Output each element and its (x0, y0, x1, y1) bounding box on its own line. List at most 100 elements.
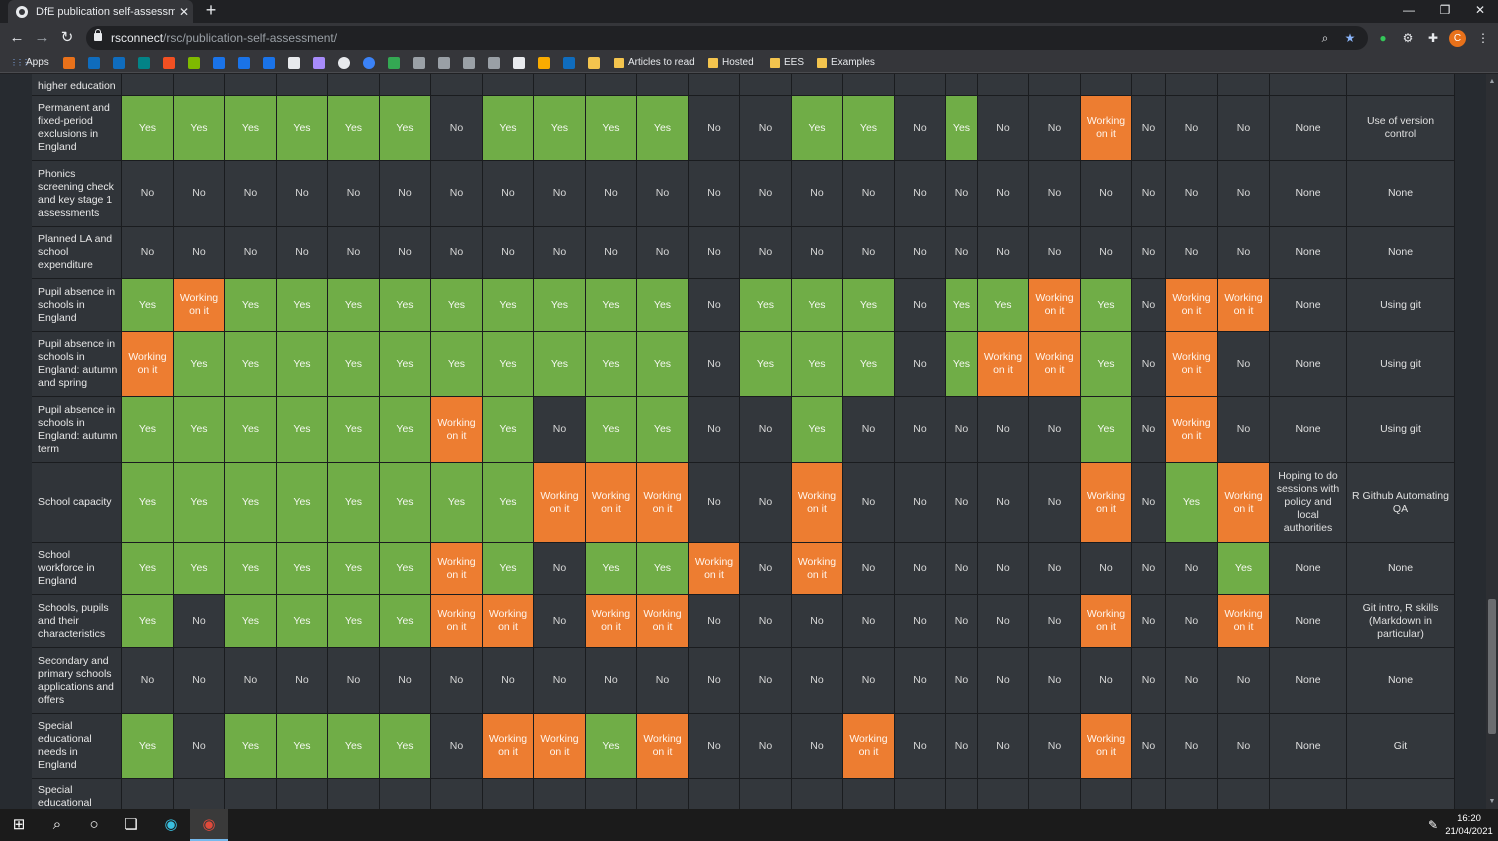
apps-shortcut[interactable]: Apps (10, 55, 49, 71)
tab-title: DfE publication self-assessment (36, 5, 175, 18)
restore-button[interactable]: ❐ (1427, 0, 1463, 23)
bookmark-chart-icon[interactable] (538, 57, 550, 69)
status-cell: No (277, 648, 328, 714)
bookmark-slack-icon[interactable] (313, 57, 325, 69)
bookmark-drive-icon[interactable] (388, 57, 400, 69)
bookmark-microsoft-icon[interactable] (163, 57, 175, 69)
scrollbar-thumb[interactable] (1488, 599, 1496, 734)
address-bar[interactable]: rsconnect/rsc/publication-self-assessmen… (86, 26, 1368, 50)
status-cell: No (843, 227, 895, 279)
table-cell (843, 779, 895, 809)
scroll-up-arrow[interactable]: ▲ (1486, 78, 1498, 85)
page-scrollbar[interactable]: ▲ ▼ (1486, 74, 1498, 809)
system-clock[interactable]: 16:20 21/04/2021 (1440, 812, 1498, 838)
status-cell: No (1218, 227, 1270, 279)
url-text: rsconnect/rsc/publication-self-assessmen… (111, 31, 337, 45)
bookmark-azure-icon[interactable] (238, 57, 250, 69)
table-cell (431, 74, 483, 96)
status-cell: No (946, 648, 978, 714)
table-cell (380, 779, 431, 809)
status-cell: Yes (534, 279, 586, 332)
reload-button[interactable]: ↻ (55, 27, 79, 49)
forward-button[interactable]: → (30, 27, 54, 49)
cortana-icon[interactable]: ○ (75, 809, 113, 841)
row-label: Secondary and primary schools applicatio… (32, 648, 122, 714)
bookmark-site3-icon[interactable] (463, 57, 475, 69)
status-cell: Working on it (1081, 463, 1132, 543)
back-button[interactable]: ← (5, 27, 29, 49)
status-cell: Yes (122, 595, 174, 648)
status-cell: No (534, 397, 586, 463)
bookmark-sharepoint-icon[interactable] (138, 57, 150, 69)
bookmark-folder-hosted[interactable]: Hosted (708, 55, 754, 71)
status-cell: No (792, 714, 843, 779)
bookmark-w-icon[interactable] (213, 57, 225, 69)
bookmark-yellow-icon[interactable] (588, 57, 600, 69)
menu-kebab-icon[interactable]: ⋮ (1474, 29, 1492, 47)
status-cell: No (1132, 543, 1166, 595)
tab-close-button[interactable]: ✕ (175, 5, 193, 19)
bookmark-star-icon[interactable]: ★ (1343, 31, 1357, 45)
new-tab-button[interactable]: + (200, 0, 222, 23)
status-cell: No (978, 227, 1029, 279)
bookmark-grid-icon[interactable] (513, 57, 525, 69)
chrome-icon[interactable]: ◉ (190, 809, 228, 841)
extensions-puzzle-icon[interactable]: ✚ (1424, 29, 1442, 47)
bookmark-r-icon[interactable] (363, 57, 375, 69)
status-cell: No (380, 227, 431, 279)
browser-tab[interactable]: DfE publication self-assessment ✕ (8, 0, 193, 23)
bookmark-site4-icon[interactable] (488, 57, 500, 69)
status-cell: Working on it (431, 595, 483, 648)
bookmark-red-icon[interactable] (288, 57, 300, 69)
url-host: rsconnect (111, 31, 164, 45)
edge-icon[interactable]: ◉ (152, 809, 190, 841)
status-cell: No (1029, 595, 1081, 648)
close-window-button[interactable]: ✕ (1462, 0, 1498, 23)
bookmark-folder-articles[interactable]: Articles to read (614, 55, 695, 71)
zoom-icon[interactable]: ⌕ (1318, 31, 1332, 45)
bookmark-site2-icon[interactable] (438, 57, 450, 69)
bookmark-folder-ees[interactable]: EES (770, 55, 804, 71)
task-view-icon[interactable]: ❏ (112, 809, 150, 841)
extension-green-icon[interactable]: ● (1374, 29, 1392, 47)
status-cell: No (1218, 397, 1270, 463)
status-cell: No (843, 161, 895, 227)
status-cell: Working on it (978, 332, 1029, 397)
settings-gear-icon[interactable]: ⚙ (1399, 29, 1417, 47)
status-cell: Yes (637, 96, 689, 161)
status-cell: No (843, 463, 895, 543)
status-cell: Yes (328, 397, 380, 463)
status-cell: No (586, 161, 637, 227)
bookmark-onedrive-icon[interactable] (563, 57, 575, 69)
bookmark-github-icon[interactable] (338, 57, 350, 69)
minimize-button[interactable]: — (1391, 0, 1427, 23)
status-cell: Yes (225, 463, 277, 543)
notes-cell: R Github Automating QA (1347, 463, 1455, 543)
status-cell: Yes (122, 96, 174, 161)
bookmark-office-icon[interactable] (63, 57, 75, 69)
status-cell: No (740, 714, 792, 779)
bookmark-devops-icon[interactable] (263, 57, 275, 69)
table-cell (946, 779, 978, 809)
bookmark-microsoft2-icon[interactable] (188, 57, 200, 69)
status-cell: No (1029, 227, 1081, 279)
status-cell: Yes (534, 332, 586, 397)
status-cell: Working on it (792, 543, 843, 595)
profile-avatar[interactable]: C (1449, 30, 1466, 47)
status-cell: Yes (740, 279, 792, 332)
row-label: Pupil absence in schools in England: aut… (32, 397, 122, 463)
bookmark-folder-examples[interactable]: Examples (817, 55, 875, 71)
search-icon[interactable]: ⌕ (38, 809, 76, 841)
bookmark-outlook-icon[interactable] (88, 57, 100, 69)
status-cell: No (895, 595, 946, 648)
scroll-down-arrow[interactable]: ▼ (1486, 798, 1498, 805)
bookmark-outlook2-icon[interactable] (113, 57, 125, 69)
status-cell: No (637, 161, 689, 227)
table-cell (637, 779, 689, 809)
status-cell: Yes (483, 543, 534, 595)
status-cell: No (328, 161, 380, 227)
windows-start-icon[interactable]: ⊞ (0, 809, 38, 841)
status-cell: Working on it (431, 397, 483, 463)
bookmark-site1-icon[interactable] (413, 57, 425, 69)
url-path: /rsc/publication-self-assessment/ (163, 31, 338, 45)
